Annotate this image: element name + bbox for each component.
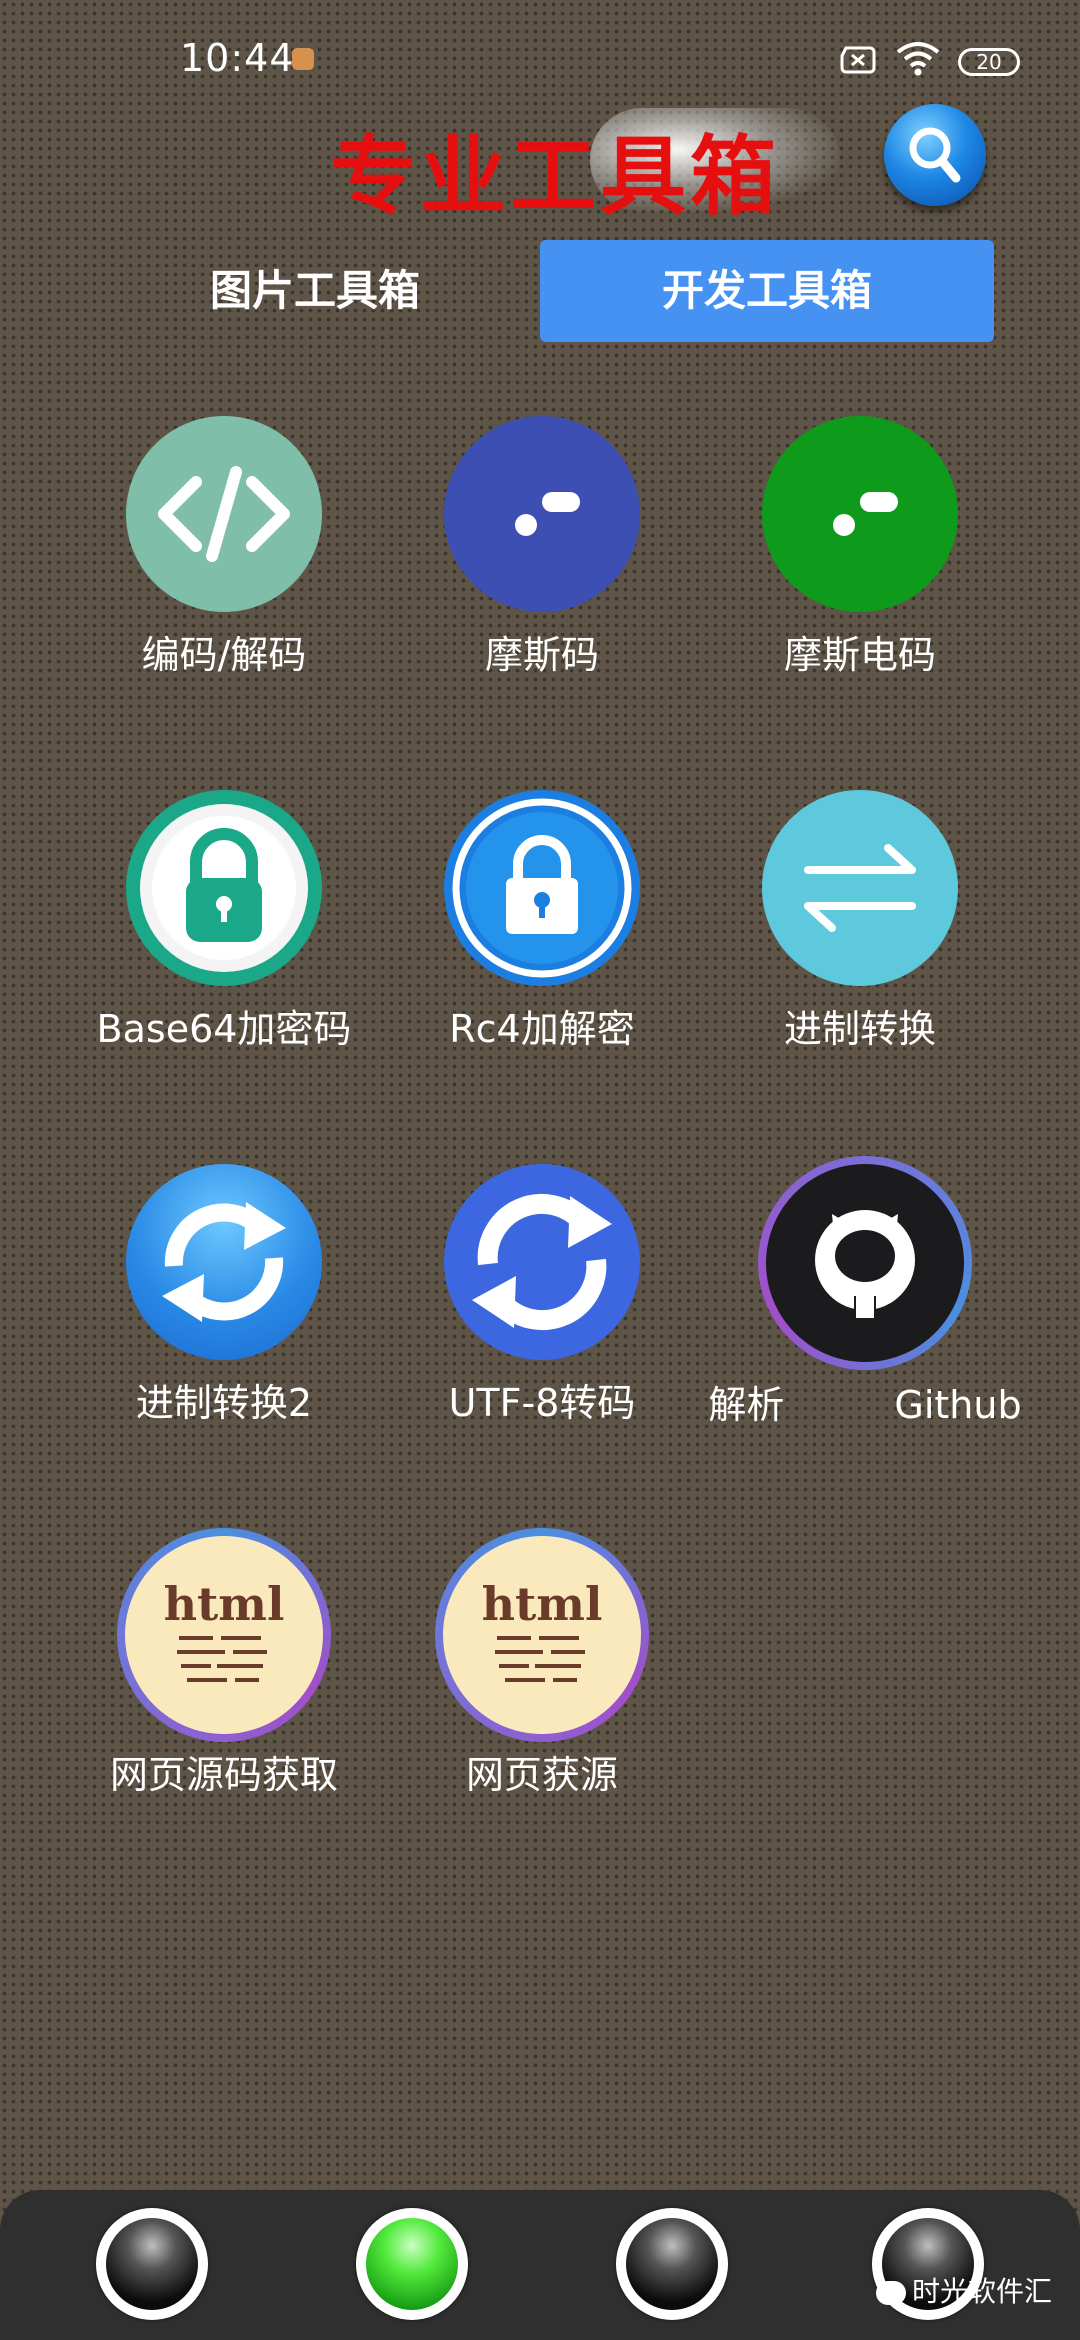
tool-encode-decode[interactable]: 编码/解码 xyxy=(74,416,374,679)
tool-label: 解析 Github xyxy=(700,1374,1030,1429)
nav-orb-3[interactable] xyxy=(616,2208,728,2320)
tool-utf8[interactable]: UTF-8转码 xyxy=(392,1164,692,1427)
html-paper-icon: html xyxy=(435,1528,649,1742)
tool-morse-code[interactable]: 摩斯码 xyxy=(392,416,692,679)
html-paper-icon: html xyxy=(117,1528,331,1742)
tool-rc4[interactable]: Rc4加解密 xyxy=(392,790,692,1053)
sync-arrows-icon xyxy=(126,1164,322,1360)
tool-github-parse[interactable]: 解析 Github xyxy=(700,1156,1030,1429)
orb-button-icon xyxy=(366,2218,458,2310)
tool-label: 摩斯电码 xyxy=(783,633,936,677)
notification-app-icon xyxy=(292,48,314,70)
tool-label: 编码/解码 xyxy=(141,633,307,677)
tool-label: 进制转换 xyxy=(783,1007,936,1051)
tool-base64[interactable]: Base64加密码 xyxy=(74,790,374,1053)
morse-dots-icon xyxy=(762,416,958,612)
watermark: 时光软件汇 xyxy=(876,2270,1052,2310)
tool-web-source[interactable]: html 网页源码获取 xyxy=(64,1528,384,1799)
tool-web-fetch[interactable]: html 网页获源 xyxy=(382,1528,702,1799)
tool-label: UTF-8转码 xyxy=(448,1381,636,1425)
padlock-icon xyxy=(126,790,322,986)
tool-base-conversion-2[interactable]: 进制转换2 xyxy=(74,1164,374,1427)
code-icon xyxy=(126,416,322,612)
tool-label: 网页源码获取 xyxy=(109,1753,338,1797)
bottom-nav-bar xyxy=(0,2190,1080,2340)
svg-text:html: html xyxy=(482,1577,603,1631)
nav-orb-2[interactable] xyxy=(356,2208,468,2320)
watermark-text: 时光软件汇 xyxy=(912,2275,1053,2308)
orb-button-icon xyxy=(626,2218,718,2310)
padlock-icon xyxy=(444,790,640,986)
tool-label: 网页获源 xyxy=(465,1753,618,1797)
tool-label: 摩斯码 xyxy=(484,633,599,677)
tool-label-part: Github xyxy=(894,1383,1022,1427)
wechat-icon xyxy=(876,2281,906,2305)
tool-base-conversion[interactable]: 进制转换 xyxy=(710,790,1010,1053)
no-sim-icon xyxy=(840,46,876,74)
sync-arrows-icon xyxy=(444,1164,640,1360)
tool-label-part: 解析 xyxy=(708,1383,785,1427)
svg-text:html: html xyxy=(164,1577,285,1631)
wifi-icon xyxy=(896,42,940,76)
tool-label: 进制转换2 xyxy=(135,1381,313,1425)
search-button[interactable] xyxy=(884,104,986,206)
battery-indicator: 20 xyxy=(958,48,1020,76)
tool-morse-telegraph[interactable]: 摩斯电码 xyxy=(710,416,1010,679)
tab-dev-tools[interactable]: 开发工具箱 xyxy=(540,240,994,342)
tab-image-tools[interactable]: 图片工具箱 xyxy=(170,240,460,342)
page-title: 专业工具箱 xyxy=(330,127,780,227)
search-icon xyxy=(909,127,961,183)
github-icon xyxy=(758,1156,972,1370)
tool-label: Rc4加解密 xyxy=(449,1007,635,1051)
status-time: 10:44 xyxy=(180,36,295,80)
orb-button-icon xyxy=(106,2218,198,2310)
tool-label: Base64加密码 xyxy=(96,1007,352,1051)
nav-orb-1[interactable] xyxy=(96,2208,208,2320)
app-header: 专业工具箱 xyxy=(300,100,840,227)
swap-arrows-icon xyxy=(762,790,958,986)
morse-dots-icon xyxy=(444,416,640,612)
